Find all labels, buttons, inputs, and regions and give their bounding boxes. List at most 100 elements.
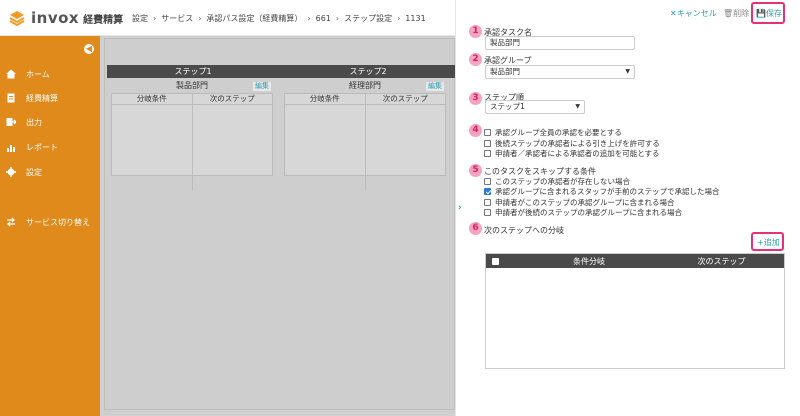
select-all-checkbox[interactable] [492, 257, 499, 265]
option-allow-pullup[interactable]: 後続ステップの承認者による引き上げを許可する [484, 138, 660, 148]
breadcrumb-separator: › [307, 14, 311, 23]
breadcrumb-item: 1131 [405, 14, 426, 23]
breadcrumb-item[interactable]: ステップ設定 [344, 14, 392, 23]
export-icon [6, 118, 16, 126]
breadcrumb-item[interactable]: 承認パス設定（経費精算） [206, 14, 302, 23]
sidebar-item-label: ホーム [26, 69, 50, 79]
step-settings-panel: ✕キャンセル 🗑削除 💾保存 1 承認タスク名 製品部門 2 承認グループ 製品… [467, 0, 800, 416]
step-title: ステップ2 [349, 67, 387, 76]
breadcrumb-separator: › [198, 14, 202, 23]
select-value: ステップ1 [490, 102, 525, 111]
edit-step-button[interactable]: 編集 [253, 82, 271, 91]
option-require-all[interactable]: 承認グループ全員の承認を必要とする [484, 127, 622, 137]
trash-icon: 🗑 [723, 9, 734, 18]
add-branch-button[interactable]: +追加 [751, 232, 784, 251]
column-header: 次のステップ [209, 94, 255, 103]
expand-panel-icon[interactable]: › [458, 203, 462, 213]
step-title: ステップ1 [174, 67, 212, 76]
table-cell [112, 105, 193, 190]
sidebar-item-label: サービス切り替え [26, 217, 90, 227]
chart-icon [7, 145, 15, 152]
sidebar: ◀ ホーム 経費精算 出力 レポート 設定 サービス切り替え [0, 36, 100, 416]
sidebar-item-switch-service[interactable]: サービス切り替え [6, 215, 90, 229]
checkbox[interactable] [484, 139, 491, 147]
branch-label: 次のステップへの分岐 [484, 226, 564, 235]
column-header: 条件分岐 [573, 256, 605, 266]
branch-mini-table: 分岐条件 次のステップ [111, 93, 273, 190]
sidebar-item-expense[interactable]: 経費精算 [6, 91, 58, 105]
task-name-input[interactable]: 製品部門 [485, 36, 635, 50]
breadcrumb-item[interactable]: サービス [161, 14, 193, 23]
sidebar-item-label: 経費精算 [26, 93, 58, 103]
branch-mini-table: 分岐条件 次のステップ [284, 93, 446, 190]
add-label: 追加 [763, 238, 780, 247]
branch-table-header: 条件分岐 次のステップ [486, 254, 784, 268]
save-icon: 💾 [756, 9, 766, 18]
edit-step-button[interactable]: 編集 [426, 82, 444, 91]
sidebar-item-label: レポート [26, 142, 58, 152]
skip-option-applicant-in-group[interactable]: 申請者がこのステップの承認グループに含まれる場合 [484, 197, 675, 207]
table-cell [193, 105, 273, 190]
breadcrumb-separator: › [397, 14, 401, 23]
delete-button[interactable]: 🗑削除 [723, 8, 749, 19]
breadcrumb: 設定 › サービス › 承認パス設定（経費精算） › 661 › ステップ設定 › 1131 [132, 13, 426, 24]
skip-option-no-approver[interactable]: このステップの承認者が存在しない場合 [484, 176, 630, 186]
step-marker: 3 [469, 92, 482, 105]
document-icon [7, 93, 15, 103]
step-marker: 1 [469, 25, 482, 38]
breadcrumb-separator: › [153, 14, 157, 23]
option-allow-add-approver[interactable]: 申請者／承認者による承認者の追加を可能とする [484, 148, 660, 158]
gear-icon [6, 167, 16, 177]
switch-icon [7, 217, 15, 227]
chevron-down-icon: ▼ [575, 103, 580, 110]
sidebar-item-home[interactable]: ホーム [6, 67, 50, 81]
column-header: 次のステップ [697, 256, 746, 266]
checkbox[interactable] [484, 177, 491, 185]
logo-mark-icon [9, 11, 25, 27]
table-cell [366, 105, 446, 190]
home-icon [6, 69, 16, 79]
table-cell [285, 105, 366, 190]
checkbox-label: 承認グループに含まれるスタッフが手前のステップで承認した場合 [495, 186, 720, 196]
plus-icon: + [757, 238, 764, 247]
select-value: 製品部門 [490, 67, 520, 76]
step-marker: 5 [469, 164, 482, 177]
step-marker: 2 [469, 53, 482, 66]
product-name: 経費精算 [83, 14, 124, 26]
step-card[interactable]: 経理部門 編集 分岐条件 次のステップ [280, 78, 450, 190]
checkbox[interactable] [484, 149, 491, 157]
save-label: 保存 [765, 9, 782, 18]
skip-option-approved-earlier[interactable]: 承認グループに含まれるスタッフが手前のステップで承認した場合 [484, 186, 720, 196]
save-button[interactable]: 💾保存 [751, 2, 785, 24]
delete-label: 削除 [733, 9, 750, 18]
checkbox[interactable] [484, 128, 491, 136]
sidebar-item-settings[interactable]: 設定 [6, 165, 42, 179]
cancel-button[interactable]: ✕キャンセル [670, 8, 717, 19]
logo[interactable]: invox 経費精算 [8, 9, 123, 27]
collapse-sidebar-icon[interactable]: ◀ [84, 44, 94, 54]
breadcrumb-separator: › [335, 14, 340, 23]
checkbox[interactable] [484, 208, 491, 216]
skip-option-applicant-in-later-group[interactable]: 申請者が後続のステップの承認グループに含まれる場合 [484, 207, 682, 217]
sidebar-item-label: 出力 [26, 117, 42, 127]
checkbox[interactable] [484, 198, 491, 206]
sidebar-item-export[interactable]: 出力 [6, 115, 42, 129]
step-marker: 4 [469, 124, 482, 137]
brand-name: invox [31, 9, 80, 27]
checkbox-label: 申請者／承認者による承認者の追加を可能とする [495, 148, 660, 158]
column-header: 分岐条件 [112, 94, 193, 104]
breadcrumb-item[interactable]: 設定 [132, 14, 148, 23]
breadcrumb-item[interactable]: 661 [316, 14, 331, 23]
branch-table: 条件分岐 次のステップ [485, 253, 785, 369]
approval-group-select[interactable]: 製品部門 ▼ [485, 65, 635, 79]
checkbox-checked[interactable] [484, 187, 491, 195]
top-bar: invox 経費精算 設定 › サービス › 承認パス設定（経費精算） › 661 › ステップ… [0, 0, 455, 36]
sidebar-item-label: 設定 [26, 167, 42, 177]
column-header: 次のステップ [382, 94, 428, 103]
checkbox-label: 申請者が後続のステップの承認グループに含まれる場合 [495, 207, 683, 217]
sidebar-item-report[interactable]: レポート [6, 140, 58, 154]
step-header-bar: ステップ1 ステップ2 [107, 65, 455, 78]
step-department: 製品部門 [176, 81, 208, 90]
step-card[interactable]: 製品部門 編集 分岐条件 次のステップ [107, 78, 277, 190]
step-order-select[interactable]: ステップ1 ▼ [485, 100, 585, 114]
